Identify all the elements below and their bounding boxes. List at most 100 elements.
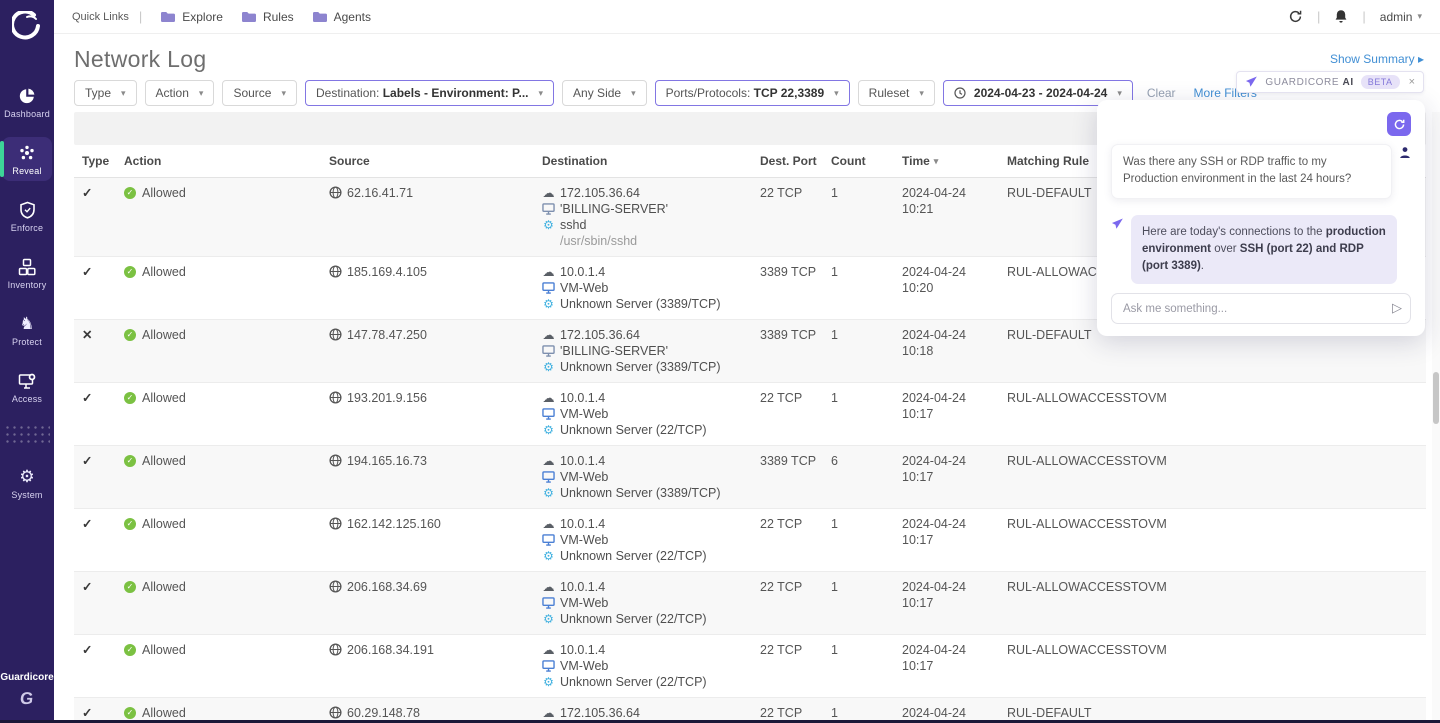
nav-rules[interactable]: Rules (241, 10, 294, 24)
process-icon: ⚙ (542, 486, 555, 500)
action-cell: ✓ Allowed (124, 579, 329, 627)
process-icon: ⚙ (542, 360, 555, 374)
count-cell: 1 (831, 516, 902, 564)
time-cell: 2024-04-24 10:20 (902, 264, 982, 312)
filter-chip[interactable]: Ruleset ▾ (858, 80, 935, 106)
action-cell: ✓ Allowed (124, 264, 329, 312)
show-summary-link[interactable]: Show Summary ▸ (1330, 52, 1424, 66)
guardicore-ai-chip[interactable]: GUARDICORE AI BETA × (1236, 71, 1424, 93)
destination-line: /usr/sbin/sshd (542, 233, 760, 249)
send-icon[interactable]: ▷ (1392, 300, 1402, 316)
filter-chip-label: 2024-04-23 - 2024-04-24 (974, 86, 1107, 100)
destination-text: 172.105.36.64 (560, 327, 640, 343)
scrollbar-thumb[interactable] (1433, 372, 1439, 424)
divider: | (1362, 9, 1365, 24)
type-cell: ✓ (82, 453, 124, 501)
user-menu[interactable]: admin ▾ (1380, 10, 1422, 24)
restart-icon (1393, 118, 1406, 131)
filter-chip-label: Action (156, 86, 189, 100)
notifications-bell-icon[interactable] (1334, 9, 1348, 24)
destination-text: 172.105.36.64 (560, 185, 640, 201)
globe-icon (329, 391, 342, 404)
destination-cell: ☁10.0.1.4VM-Web⚙Unknown Server (3389/TCP… (542, 453, 760, 501)
source-cell: 62.16.41.71 (329, 185, 542, 249)
nav-explore[interactable]: Explore (160, 10, 223, 24)
destination-text: 'BILLING-SERVER' (560, 201, 668, 217)
process-icon: ⚙ (542, 423, 555, 437)
column-time[interactable]: Time▾ (902, 154, 1007, 168)
column-count[interactable]: Count (831, 154, 902, 168)
destination-text: Unknown Server (3389/TCP) (560, 296, 720, 312)
destination-cell: ☁10.0.1.4VM-Web⚙Unknown Server (22/TCP) (542, 579, 760, 627)
count-cell: 1 (831, 185, 902, 249)
source-cell: 194.165.16.73 (329, 453, 542, 501)
dashboard-icon (18, 86, 36, 106)
table-row[interactable]: ✓ ✓ Allowed 194.165.16.73 ☁10.0.1.4VM-We… (74, 446, 1426, 509)
filter-bar: Type ▾ Action ▾ Source ▾ Destination: La… (74, 80, 1257, 106)
type-cell: ✓ (82, 264, 124, 312)
filter-chip[interactable]: Type ▾ (74, 80, 137, 106)
destination-line: ☁10.0.1.4 (542, 264, 760, 280)
column-action[interactable]: Action (124, 154, 329, 168)
destination-cell: ☁10.0.1.4VM-Web⚙Unknown Server (22/TCP) (542, 642, 760, 690)
guardicore-logo-icon[interactable] (0, 0, 54, 52)
clear-filters-button[interactable]: Clear (1147, 86, 1176, 100)
chevron-down-icon: ▾ (281, 88, 286, 99)
page-title: Network Log (74, 46, 206, 73)
column-source[interactable]: Source (329, 154, 542, 168)
nav-label: Agents (334, 10, 371, 24)
vm-monitor-icon (542, 534, 555, 546)
active-indicator (0, 141, 4, 177)
destination-text: Unknown Server (22/TCP) (560, 422, 707, 438)
destination-line: ☁10.0.1.4 (542, 516, 760, 532)
vm-monitor-icon (542, 471, 555, 483)
process-icon: ⚙ (542, 612, 555, 626)
column-dest-port[interactable]: Dest. Port (760, 154, 831, 168)
sidebar-item-enforce[interactable]: Enforce (2, 194, 52, 238)
table-row[interactable]: ✓ ✓ Allowed 162.142.125.160 ☁10.0.1.4VM-… (74, 509, 1426, 572)
matching-rule-cell: RUL-ALLOWACCESSTOVM (1007, 516, 1426, 564)
globe-icon (329, 706, 342, 719)
column-type[interactable]: Type (82, 154, 124, 168)
sidebar-item-inventory[interactable]: Inventory (2, 251, 52, 295)
sidebar-item-protect[interactable]: ♞ Protect (2, 308, 52, 352)
sidebar-item-dashboard[interactable]: Dashboard (2, 80, 52, 124)
allowed-status-icon: ✓ (124, 644, 136, 656)
destination-line: ☁172.105.36.64 (542, 185, 760, 201)
count-cell: 1 (831, 327, 902, 375)
brand-name: Guardicore (0, 672, 53, 683)
filter-chip[interactable]: Source ▾ (222, 80, 297, 106)
globe-icon (329, 186, 342, 199)
sidebar-item-access[interactable]: Access (2, 365, 52, 409)
destination-line: ☁10.0.1.4 (542, 453, 760, 469)
cloud-icon: ☁ (542, 706, 555, 720)
filter-chip[interactable]: Ports/Protocols: TCP 22,3389 ▾ (655, 80, 850, 106)
matching-rule-cell: RUL-ALLOWACCESSTOVM (1007, 642, 1426, 690)
destination-text: VM-Web (560, 406, 608, 422)
destination-line: ⚙Unknown Server (22/TCP) (542, 548, 760, 564)
vm-monitor-icon (542, 660, 555, 672)
close-icon[interactable]: × (1409, 76, 1415, 88)
user-avatar-icon (1399, 146, 1411, 159)
table-row[interactable]: ✓ ✓ Allowed 206.168.34.191 ☁10.0.1.4VM-W… (74, 635, 1426, 698)
ask-ai-input[interactable] (1111, 293, 1411, 324)
filter-chip[interactable]: Action ▾ (145, 80, 215, 106)
column-destination[interactable]: Destination (542, 154, 760, 168)
destination-line: ⚙ Unknown Server (22/TCP) (542, 422, 760, 438)
quick-links[interactable]: Quick Links (72, 11, 129, 23)
destination-line: ☁10.0.1.4 (542, 642, 760, 658)
sidebar-item-system[interactable]: ⚙ System (2, 461, 52, 505)
cloud-icon: ☁ (542, 454, 555, 468)
destination-text: VM-Web (560, 280, 608, 296)
filter-chip[interactable]: Any Side ▾ (562, 80, 647, 106)
nav-agents[interactable]: Agents (312, 10, 371, 24)
filter-chips: Type ▾ Action ▾ Source ▾ Destination: La… (74, 80, 1133, 106)
ai-restart-button[interactable] (1387, 112, 1411, 136)
sidebar-item-reveal[interactable]: Reveal (2, 137, 52, 181)
refresh-icon[interactable] (1288, 9, 1303, 24)
filter-chip[interactable]: Destination: Labels - Environment: P... … (305, 80, 554, 106)
table-row[interactable]: ✓ ✓ Allowed 206.168.34.69 ☁10.0.1.4VM-We… (74, 572, 1426, 635)
sidebar-brand-block: Guardicore G (0, 672, 53, 709)
table-row[interactable]: ✓ ✓ Allowed 193.201.9.156 ☁10.0.1.4VM-We… (74, 383, 1426, 446)
action-cell: ✓ Allowed (124, 642, 329, 690)
